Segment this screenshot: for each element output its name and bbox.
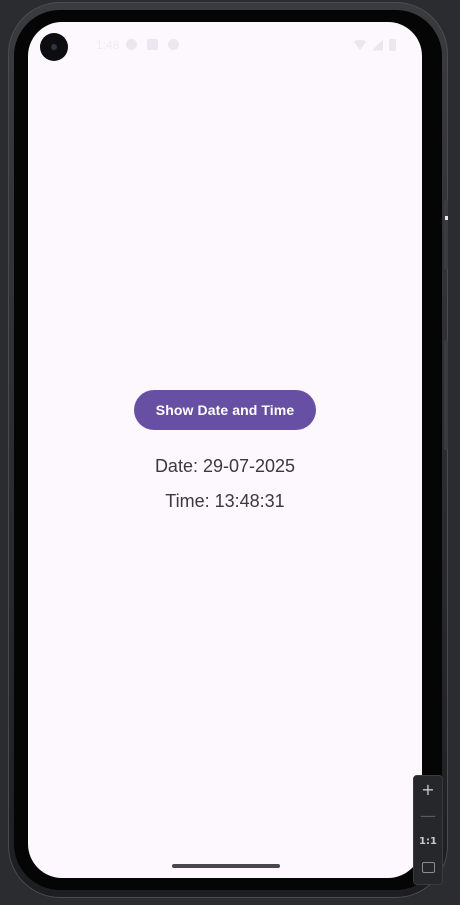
show-date-time-button[interactable]: Show Date and Time [134, 390, 316, 430]
emulator-stage: 1:48 Show Date and Time Date: 29-07-2025… [0, 0, 460, 905]
zoom-in-button[interactable]: + [414, 776, 442, 802]
power-button [444, 200, 448, 270]
app-content: Show Date and Time Date: 29-07-2025 Time… [28, 22, 422, 878]
zoom-out-button[interactable]: — [414, 802, 442, 828]
fit-screen-icon [421, 861, 435, 873]
gesture-nav-handle[interactable] [172, 864, 280, 868]
time-label: Time: 13:48:31 [165, 491, 285, 511]
side-indicator [445, 216, 448, 220]
actual-size-button[interactable]: 1:1 [414, 828, 442, 854]
volume-button [444, 340, 448, 450]
device-screen: 1:48 Show Date and Time Date: 29-07-2025… [28, 22, 422, 878]
emulator-zoom-panel: + — 1:1 [413, 775, 443, 885]
fit-screen-button[interactable] [414, 854, 442, 880]
date-label: Date: 29-07-2025 [154, 456, 296, 476]
